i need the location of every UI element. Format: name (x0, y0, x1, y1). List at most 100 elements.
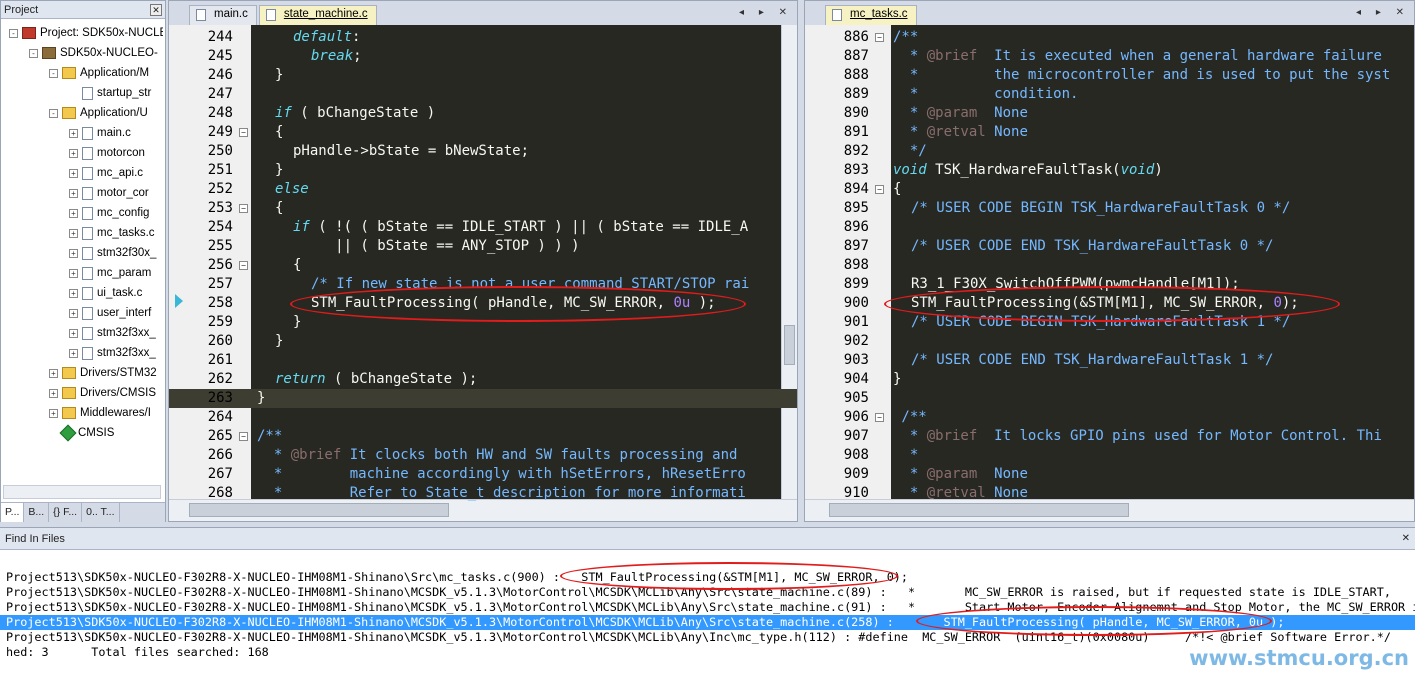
code-line[interactable]: 906− /** (805, 408, 1414, 427)
code-line[interactable]: 267 * machine accordingly with hSetError… (169, 465, 797, 484)
code-line[interactable]: 891 * @retval None (805, 123, 1414, 142)
find-result-row[interactable]: Project513\SDK50x-NUCLEO-F302R8-X-NUCLEO… (6, 630, 1415, 645)
code-line[interactable]: 254 if ( !( ( bState == IDLE_START ) || (… (169, 218, 797, 237)
tree-item[interactable]: + Drivers/CMSIS (49, 383, 156, 403)
expand-icon[interactable]: + (69, 208, 78, 218)
tree-item[interactable]: + stm32f3xx_ (69, 343, 156, 363)
fold-icon[interactable]: − (875, 413, 884, 422)
panel-tab[interactable]: {} F... (49, 503, 83, 522)
code-line[interactable]: 261 (169, 351, 797, 370)
code-line[interactable]: 892 */ (805, 142, 1414, 161)
close-icon[interactable]: ✕ (150, 3, 162, 16)
code-line[interactable]: 895 /* USER CODE BEGIN TSK_HardwareFaultT… (805, 199, 1414, 218)
expand-icon[interactable]: + (69, 348, 78, 358)
collapse-icon[interactable]: - (49, 108, 58, 118)
code-line[interactable]: 904} (805, 370, 1414, 389)
tree-item[interactable]: startup_str (69, 83, 151, 103)
expand-icon[interactable]: + (69, 148, 78, 158)
code-line[interactable]: 256− { (169, 256, 797, 275)
code-line[interactable]: 905 (805, 389, 1414, 408)
tab-controls[interactable]: ◂ ▸ ✕ (1356, 7, 1410, 18)
tree-item[interactable]: + stm32f30x_ (69, 243, 156, 263)
code-line[interactable]: 898 (805, 256, 1414, 275)
code-line[interactable]: 259} (169, 313, 797, 332)
code-line[interactable]: 889 * condition. (805, 85, 1414, 104)
panel-tab[interactable]: P... (1, 503, 25, 522)
tree-item[interactable]: + ui_task.c (69, 283, 142, 303)
code-line[interactable]: 252 else (169, 180, 797, 199)
code-line[interactable]: 900 STM_FaultProcessing(&STM[M1], MC_SW_E… (805, 294, 1414, 313)
find-result-row[interactable]: Project513\SDK50x-NUCLEO-F302R8-X-NUCLEO… (6, 600, 1415, 615)
tab-file[interactable]: mc_tasks.c (825, 5, 917, 25)
fold-icon[interactable]: − (239, 261, 248, 270)
code-line[interactable]: 257 /* If new state is not a user command… (169, 275, 797, 294)
expand-icon[interactable]: + (69, 328, 78, 338)
code-line[interactable]: 247 (169, 85, 797, 104)
expand-icon[interactable]: + (69, 308, 78, 318)
code-line[interactable]: 264 (169, 408, 797, 427)
code-line[interactable]: 250 pHandle->bState = bNewState; (169, 142, 797, 161)
fold-icon[interactable]: − (239, 128, 248, 137)
tree-item[interactable]: + Drivers/STM32 (49, 363, 157, 383)
tree-item[interactable]: + main.c (69, 123, 131, 143)
code-line[interactable]: 902 (805, 332, 1414, 351)
code-line[interactable]: 262 return ( bChangeState ); (169, 370, 797, 389)
code-line[interactable]: 893 void TSK_HardwareFaultTask(void) (805, 161, 1414, 180)
fold-icon[interactable]: − (239, 204, 248, 213)
tab-controls[interactable]: ◂ ▸ ✕ (739, 7, 793, 18)
code-line[interactable]: 245 break; (169, 47, 797, 66)
fold-icon[interactable]: − (875, 33, 884, 42)
tree-item[interactable]: + mc_config (69, 203, 149, 223)
tree-item[interactable]: + mc_param (69, 263, 151, 283)
code-line[interactable]: 268 * Refer to State_t description for m… (169, 484, 797, 503)
code-line[interactable]: 260} (169, 332, 797, 351)
tree-item[interactable]: - Project: SDK50x-NUCLE (9, 23, 163, 43)
tree-item[interactable]: + motor_cor (69, 183, 149, 203)
tree-item[interactable]: - Application/M (49, 63, 149, 83)
code-line[interactable]: 886−/** (805, 28, 1414, 47)
find-result-row[interactable]: Project513\SDK50x-NUCLEO-F302R8-X-NUCLEO… (6, 585, 1415, 600)
code-line[interactable]: 888 * the microcontroller and is used to… (805, 66, 1414, 85)
code-line[interactable]: 896 (805, 218, 1414, 237)
find-result-row[interactable]: Project513\SDK50x-NUCLEO-F302R8-X-NUCLEO… (0, 615, 1415, 630)
expand-icon[interactable]: + (69, 248, 78, 258)
fold-icon[interactable]: − (239, 432, 248, 441)
tree-item[interactable]: + user_interf (69, 303, 151, 323)
code-line[interactable]: 901 /* USER CODE BEGIN TSK_HardwareFaultT… (805, 313, 1414, 332)
fold-icon[interactable]: − (875, 185, 884, 194)
expand-icon[interactable]: + (69, 128, 78, 138)
code-line[interactable]: 263} (169, 389, 797, 408)
tree-item[interactable]: + motorcon (69, 143, 145, 163)
tree-item[interactable]: + Middlewares/I (49, 403, 151, 423)
expand-icon[interactable]: + (69, 288, 78, 298)
collapse-icon[interactable]: - (9, 28, 18, 38)
code-line[interactable]: 887 * @brief It is executed when a gener… (805, 47, 1414, 66)
code-line[interactable]: 897 /* USER CODE END TSK_HardwareFaultTas… (805, 237, 1414, 256)
code-line[interactable]: 255 || ( bState == ANY_STOP ) ) ) (169, 237, 797, 256)
expand-icon[interactable]: + (49, 368, 58, 378)
horizontal-scrollbar[interactable] (3, 485, 161, 499)
collapse-icon[interactable]: - (49, 68, 58, 78)
code-line[interactable]: 251} (169, 161, 797, 180)
tree-item[interactable]: - SDK50x-NUCLEO- (29, 43, 158, 63)
code-line[interactable]: 899 R3_1_F30X_SwitchOffPWM(pwmcHandle[M1]… (805, 275, 1414, 294)
tree-item[interactable]: CMSIS (49, 423, 114, 443)
code-line[interactable]: 909 * @param None (805, 465, 1414, 484)
code-line[interactable]: 248 if ( bChangeState ) (169, 104, 797, 123)
code-line[interactable]: 894−{ (805, 180, 1414, 199)
close-icon[interactable]: ✕ (1402, 533, 1410, 544)
code-line[interactable]: 890 * @param None (805, 104, 1414, 123)
code-line[interactable]: 244 default: (169, 28, 797, 47)
tree-item[interactable]: + mc_tasks.c (69, 223, 155, 243)
code-line[interactable]: 266 * @brief It clocks both HW and SW fa… (169, 446, 797, 465)
tree-item[interactable]: + mc_api.c (69, 163, 143, 183)
code-line[interactable]: 907 * @brief It locks GPIO pins used for… (805, 427, 1414, 446)
code-line[interactable]: 903 /* USER CODE END TSK_HardwareFaultTas… (805, 351, 1414, 370)
panel-tab[interactable]: 0.. T... (82, 503, 120, 522)
collapse-icon[interactable]: - (29, 48, 38, 58)
tree-item[interactable]: + stm32f3xx_ (69, 323, 156, 343)
expand-icon[interactable]: + (49, 388, 58, 398)
expand-icon[interactable]: + (69, 168, 78, 178)
code-line[interactable]: 265−/** (169, 427, 797, 446)
panel-tab[interactable]: B... (24, 503, 50, 522)
